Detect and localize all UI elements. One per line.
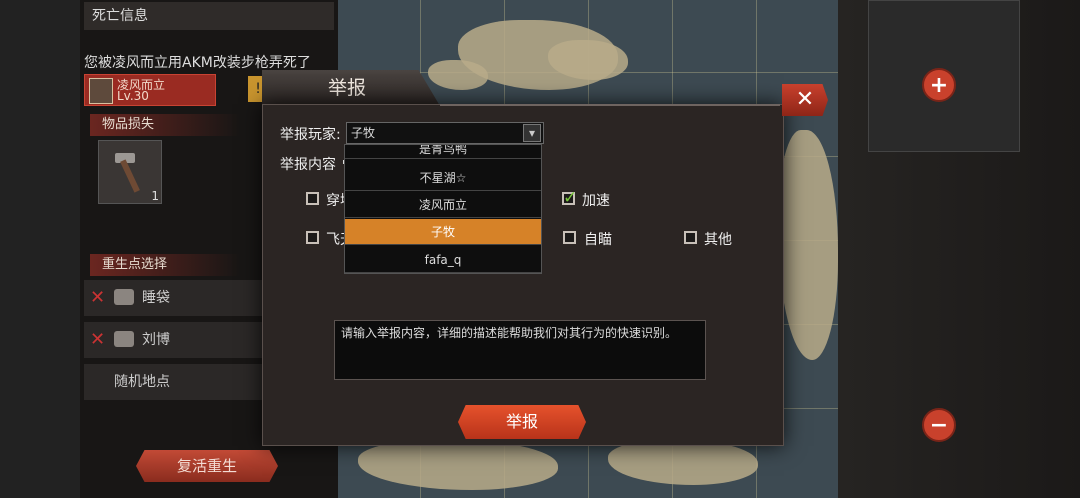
reason-checkbox-speed[interactable]: ✓ — [562, 188, 577, 208]
death-message: 您被凌风而立用AKM改装步枪弄死了 — [84, 55, 311, 71]
dialog-title: 举报 — [262, 70, 440, 106]
killer-level: Lv.30 — [117, 89, 149, 103]
dialog-top-border — [440, 104, 780, 106]
player-dropdown-list[interactable]: 是青鸟鸭 不星湖☆ 凌风而立 子牧 fafa_q — [344, 144, 542, 274]
submit-report-button[interactable]: 举报 — [458, 405, 586, 439]
zoom-in-button[interactable]: + — [922, 68, 956, 102]
killer-card[interactable]: 凌风而立 Lv.30 — [84, 74, 216, 106]
unavailable-x-icon: ✕ — [90, 329, 106, 350]
reason-checkbox-wallhack[interactable] — [306, 192, 319, 205]
reason-label: 加速 — [582, 193, 610, 209]
reason-label: 自瞄 — [584, 232, 612, 248]
dropdown-option[interactable]: 凌风而立 — [345, 192, 541, 218]
respawn-select-label: 重生点选择 — [90, 254, 240, 276]
close-button[interactable]: ✕ — [782, 84, 828, 116]
zoom-out-button[interactable]: − — [922, 408, 956, 442]
sleeping-bag-icon — [114, 289, 134, 305]
report-content-textarea[interactable]: 请输入举报内容，详细的描述能帮助我们对其行为的快速识别。 — [334, 320, 706, 380]
item-count: 1 — [151, 189, 159, 203]
selected-player: 子牧 — [351, 126, 376, 140]
reason-label: 其他 — [704, 232, 732, 248]
report-content-label: 举报内容 — [280, 157, 336, 173]
spawn-option-label: 睡袋 — [142, 290, 170, 306]
hammer-icon — [115, 153, 140, 193]
spawn-option-label: 随机地点 — [114, 374, 170, 390]
map-island — [358, 440, 558, 490]
unavailable-x-icon: ✕ — [90, 287, 106, 308]
check-icon: ✓ — [563, 188, 578, 208]
reason-checkbox-other[interactable] — [684, 231, 697, 244]
death-info-header: 死亡信息 — [84, 2, 334, 30]
items-lost-label: 物品损失 — [90, 114, 240, 136]
map-island — [778, 130, 838, 360]
lost-item-slot[interactable]: 1 — [98, 140, 162, 204]
player-select[interactable]: 子牧 ▾ — [346, 122, 544, 144]
reason-checkbox-aimbot[interactable] — [563, 231, 576, 244]
left-edge-background — [0, 0, 80, 498]
spawn-option-label: 刘博 — [142, 332, 170, 348]
dropdown-option[interactable]: 是青鸟鸭 — [345, 145, 541, 159]
bed-icon — [114, 331, 134, 347]
dropdown-option[interactable]: fafa_q — [345, 247, 541, 273]
reason-checkbox-fly[interactable] — [306, 231, 319, 244]
dropdown-option[interactable]: 不星湖☆ — [345, 165, 541, 191]
report-player-label: 举报玩家: — [280, 127, 341, 143]
map-island — [608, 440, 758, 485]
dropdown-option-selected[interactable]: 子牧 — [345, 219, 541, 245]
revive-button[interactable]: 复活重生 — [136, 450, 278, 482]
killer-avatar — [89, 78, 113, 104]
map-island — [428, 60, 488, 90]
chevron-down-icon[interactable]: ▾ — [523, 124, 541, 142]
